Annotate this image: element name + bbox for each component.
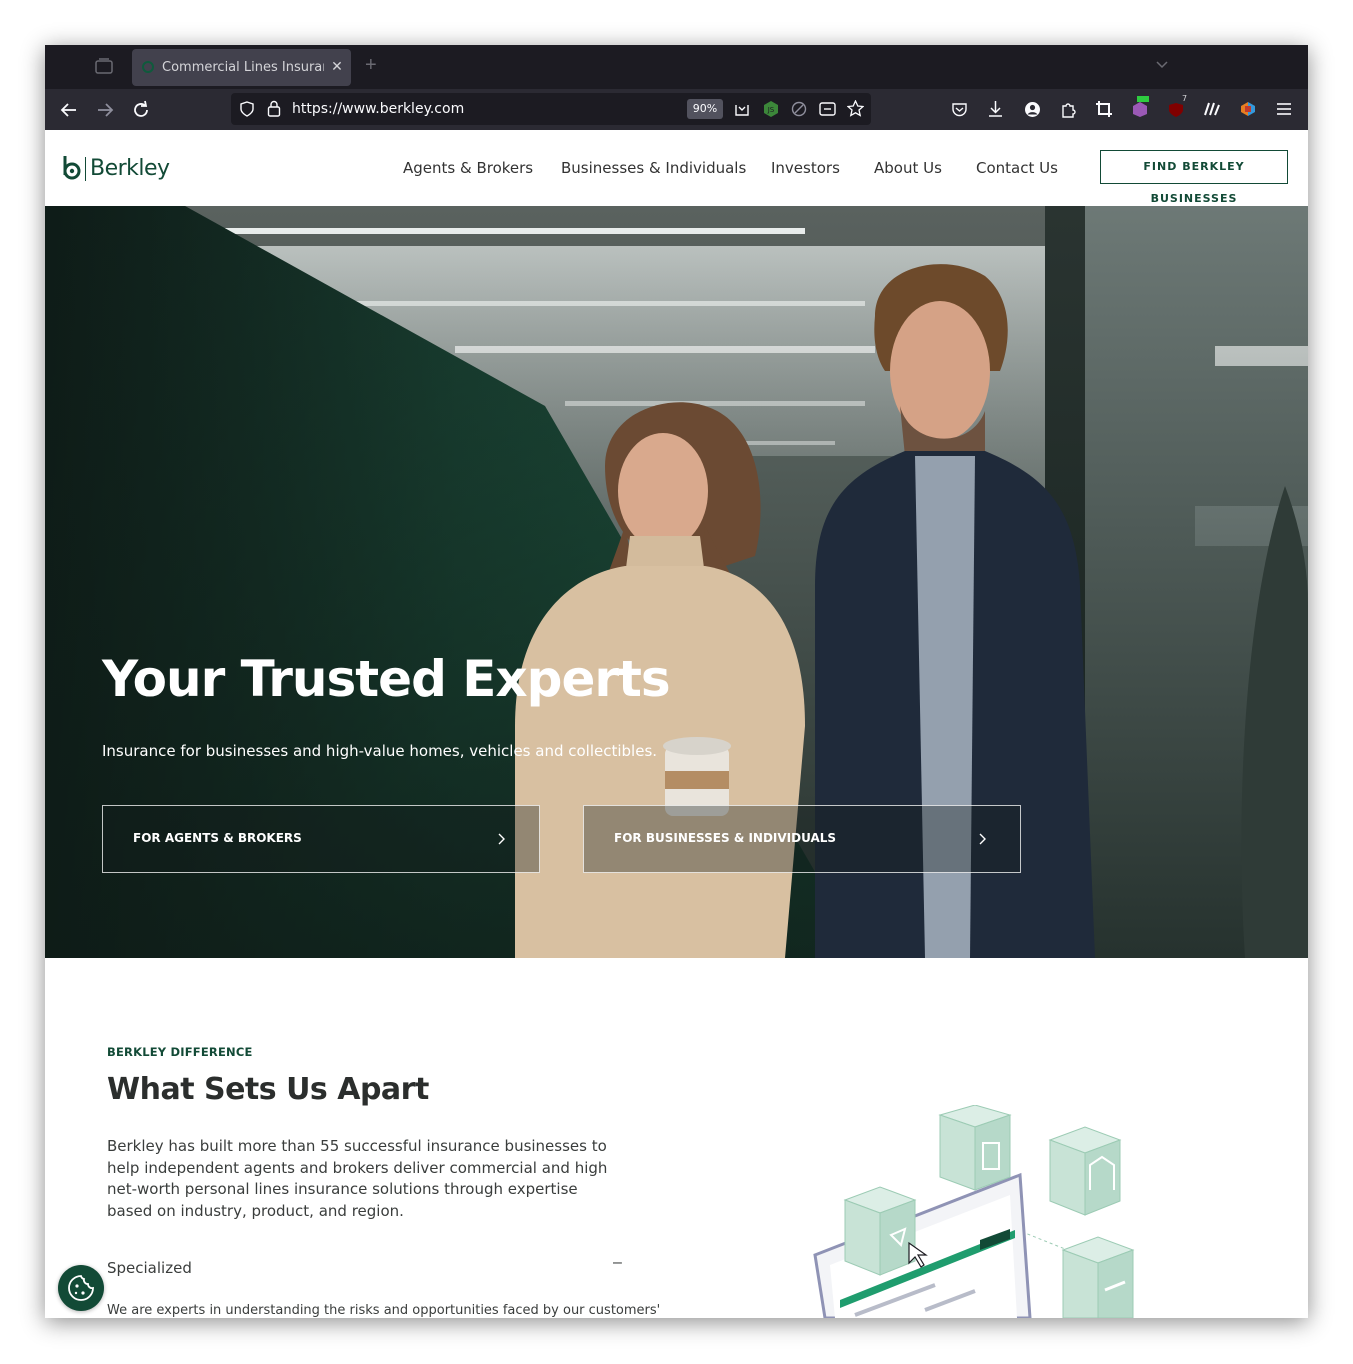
accordion-specialized-title[interactable]: Specialized bbox=[107, 1259, 192, 1277]
pocket-icon[interactable] bbox=[951, 101, 968, 118]
ublock-icon[interactable]: 7 bbox=[1167, 95, 1189, 119]
chevron-right-icon bbox=[498, 833, 505, 845]
forward-arrow-icon[interactable] bbox=[94, 99, 116, 121]
nodejs-extension-icon[interactable]: JS bbox=[762, 100, 780, 118]
isometric-illustration bbox=[813, 1105, 1135, 1318]
berkley-logo-icon[interactable] bbox=[62, 155, 82, 181]
hero-subtitle: Insurance for businesses and high-value … bbox=[102, 742, 658, 760]
tab-close-icon[interactable]: ✕ bbox=[328, 57, 346, 75]
for-businesses-individuals-label: FOR BUSINESSES & INDIVIDUALS bbox=[614, 831, 837, 845]
back-arrow-icon[interactable] bbox=[58, 99, 80, 121]
nav-agents-brokers[interactable]: Agents & Brokers bbox=[403, 159, 533, 177]
reader-view-icon[interactable] bbox=[819, 101, 836, 117]
section-eyebrow: BERKLEY DIFFERENCE bbox=[107, 1045, 253, 1059]
tab-list-icon[interactable] bbox=[95, 58, 113, 74]
nav-about-us[interactable]: About Us bbox=[874, 159, 942, 177]
tab-strip: Commercial Lines Insurance ✕ + bbox=[45, 45, 1308, 89]
hamburger-menu-icon[interactable] bbox=[1276, 101, 1292, 117]
cookie-settings-button[interactable] bbox=[58, 1265, 104, 1311]
reload-icon[interactable] bbox=[130, 99, 152, 121]
accordion-collapse-icon[interactable]: – bbox=[613, 1254, 622, 1272]
tab-active[interactable]: Commercial Lines Insurance ✕ bbox=[132, 49, 351, 86]
svg-text:JS: JS bbox=[767, 106, 775, 114]
hero-title: Your Trusted Experts bbox=[102, 650, 671, 708]
block-icon[interactable] bbox=[791, 101, 807, 117]
nav-businesses-individuals[interactable]: Businesses & Individuals bbox=[561, 159, 746, 177]
nav-contact-us[interactable]: Contact Us bbox=[976, 159, 1058, 177]
find-berkley-businesses-button[interactable]: FIND BERKLEY BUSINESSES bbox=[1100, 150, 1288, 205]
nav-investors[interactable]: Investors bbox=[771, 159, 840, 177]
for-businesses-individuals-button[interactable]: FOR BUSINESSES & INDIVIDUALS bbox=[583, 805, 1021, 873]
for-agents-brokers-button[interactable]: FOR AGENTS & BROKERS bbox=[102, 805, 540, 873]
section-body: Berkley has built more than 55 successfu… bbox=[107, 1137, 608, 1220]
chevron-right-icon bbox=[979, 833, 986, 845]
site-header: Berkley Agents & Brokers Businesses & In… bbox=[45, 130, 1308, 206]
logo-text[interactable]: Berkley bbox=[90, 156, 170, 181]
extension-purple-icon[interactable] bbox=[1131, 96, 1151, 118]
berkley-favicon-icon bbox=[142, 61, 154, 73]
chevron-down-icon[interactable] bbox=[1155, 58, 1169, 72]
downloads-icon[interactable] bbox=[987, 100, 1004, 118]
logo-divider bbox=[85, 157, 86, 181]
extension-badge: 7 bbox=[1182, 95, 1187, 103]
extension-color-icon[interactable] bbox=[1239, 100, 1257, 118]
shield-icon[interactable] bbox=[239, 101, 255, 117]
extension-bars-icon[interactable] bbox=[1203, 100, 1221, 118]
for-agents-brokers-label: FOR AGENTS & BROKERS bbox=[133, 831, 302, 845]
cookie-icon bbox=[68, 1275, 94, 1301]
url-bar[interactable]: https://www.berkley.com 90% JS bbox=[231, 93, 871, 125]
tab-title: Commercial Lines Insurance bbox=[162, 60, 324, 75]
browser-window: Commercial Lines Insurance ✕ + https://w… bbox=[45, 45, 1308, 1318]
lock-icon[interactable] bbox=[267, 100, 281, 117]
url-text[interactable]: https://www.berkley.com bbox=[292, 101, 464, 117]
section-title: What Sets Us Apart bbox=[107, 1072, 429, 1107]
crop-icon[interactable] bbox=[1095, 100, 1113, 118]
bookmark-star-icon[interactable] bbox=[847, 100, 864, 117]
extensions-puzzle-icon[interactable] bbox=[1060, 100, 1077, 118]
account-icon[interactable] bbox=[1024, 101, 1041, 118]
nav-toolbar: https://www.berkley.com 90% JS 7 bbox=[45, 89, 1308, 130]
new-tab-icon[interactable]: + bbox=[365, 55, 377, 75]
pocket-save-icon[interactable] bbox=[734, 101, 750, 117]
hero-section: Your Trusted Experts Insurance for busin… bbox=[45, 206, 1308, 958]
zoom-level[interactable]: 90% bbox=[687, 99, 723, 119]
accordion-specialized-body: We are experts in understanding the risk… bbox=[107, 1303, 661, 1318]
